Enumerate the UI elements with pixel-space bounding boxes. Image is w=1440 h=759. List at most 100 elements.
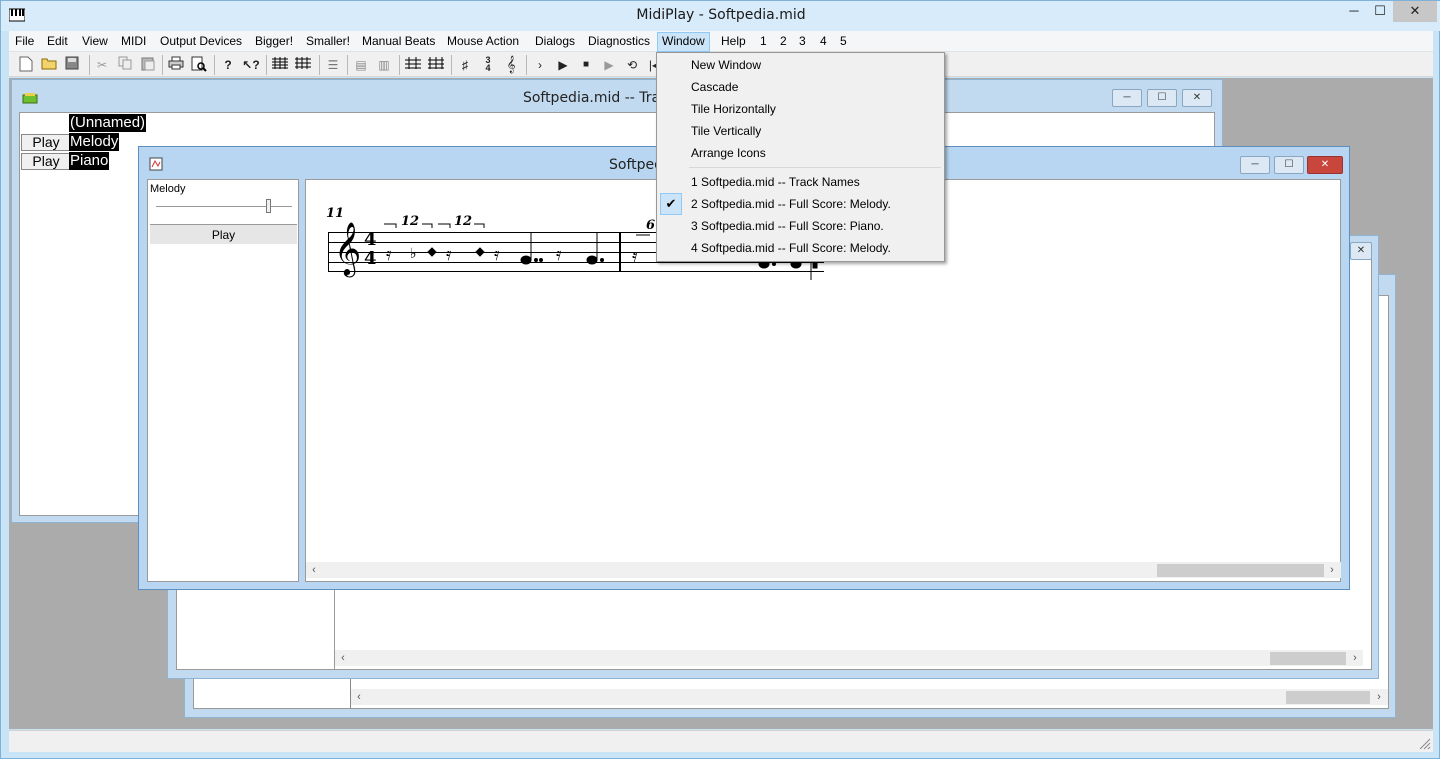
scroll-left-arrow[interactable]: ‹ [335,650,351,666]
menu-1[interactable]: 1 [760,33,767,52]
play-icon[interactable]: ▶ [554,56,572,74]
staff-view-icon[interactable]: ☰ [324,56,342,74]
app-title: MidiPlay - Softpedia.mid [636,7,806,23]
toolbar-separator [526,55,527,75]
horizontal-scrollbar[interactable]: ‹ › [306,562,1341,578]
track-name-piano: Piano [69,152,110,170]
paste-icon[interactable] [139,56,157,74]
title-bar: MidiPlay - Softpedia.mid ─ ☐ ✕ [1,1,1440,31]
loop-icon[interactable]: ⟲ [623,56,641,74]
checkmark-icon: ✔ [660,193,682,215]
menu-dialogs[interactable]: Dialogs [535,33,575,52]
menu-item-cascade[interactable]: Cascade [691,76,738,98]
window-close-button[interactable]: ✕ [1350,242,1372,260]
print-icon[interactable] [167,56,185,74]
menu-manual-beats[interactable]: Manual Beats [362,33,435,52]
clef-icon[interactable]: 𝄞 [502,56,520,74]
menu-item-new-window[interactable]: New Window [691,54,761,76]
menu-item-window-3[interactable]: 3 Softpedia.mid -- Full Score: Piano. [691,215,884,237]
toolbar-separator [214,55,215,75]
toolbar-separator [266,55,267,75]
scroll-thumb[interactable] [1286,691,1370,704]
toolbar-separator [347,55,348,75]
scroll-left-arrow[interactable]: ‹ [306,562,322,578]
horizontal-scrollbar[interactable]: ‹ › [335,650,1363,666]
stop-icon[interactable]: ■ [577,56,595,74]
new-file-icon[interactable] [17,56,35,74]
menu-item-arrange-icons[interactable]: Arrange Icons [691,142,766,164]
track-name-melody: Melody [69,133,120,151]
piano-roll-icon[interactable]: ▤ [352,56,370,74]
scroll-left-arrow[interactable]: ‹ [351,689,367,705]
svg-text:𝄿: 𝄿 [494,244,500,264]
menu-5[interactable]: 5 [840,33,847,52]
menu-view[interactable]: View [82,33,108,52]
menu-item-window-2[interactable]: 2 Softpedia.mid -- Full Score: Melody. [691,193,891,215]
save-icon[interactable] [63,56,81,74]
key-signature-icon[interactable]: ♯ [456,56,474,74]
window-minimize-button[interactable]: ─ [1240,156,1270,174]
track-play-button[interactable]: Play [150,224,297,244]
close-button[interactable]: ✕ [1393,1,1437,22]
svg-text:♭: ♭ [410,245,417,261]
menu-bigger[interactable]: Bigger! [255,33,293,52]
scroll-right-arrow[interactable]: › [1371,689,1387,705]
menu-item-window-1[interactable]: 1 Softpedia.mid -- Track Names [691,171,860,193]
menu-help[interactable]: Help [721,33,746,52]
menu-4[interactable]: 4 [820,33,827,52]
copy-icon[interactable] [116,56,134,74]
svg-text:𝄿: 𝄿 [632,246,638,266]
minimize-button[interactable]: ─ [1341,1,1367,22]
menu-diagnostics[interactable]: Diagnostics [588,33,650,52]
menu-edit[interactable]: Edit [47,33,68,52]
menu-2[interactable]: 2 [780,33,787,52]
menu-midi[interactable]: MIDI [121,33,146,52]
step-forward-icon[interactable]: › [531,56,549,74]
menu-separator [689,167,941,168]
window-menu-dropdown: New Window Cascade Tile Horizontally Til… [656,52,945,262]
play-melody-button[interactable]: Play [21,134,71,151]
window-close-button[interactable]: ✕ [1182,89,1212,107]
scroll-thumb[interactable] [1270,652,1346,665]
time-signature-icon[interactable]: 34 [479,56,497,74]
window-maximize-button[interactable]: ☐ [1274,156,1304,174]
volume-slider-thumb[interactable] [266,199,271,213]
play-disabled-icon[interactable]: ▶ [600,56,618,74]
beats-icon[interactable] [404,56,422,74]
menu-file[interactable]: File [15,33,34,52]
maximize-button[interactable]: ☐ [1367,1,1393,22]
window-maximize-button[interactable]: ☐ [1147,89,1177,107]
menu-smaller[interactable]: Smaller! [306,33,350,52]
window-close-button[interactable]: ✕ [1307,156,1343,174]
menu-item-tile-vertically[interactable]: Tile Vertically [691,120,761,142]
menu-3[interactable]: 3 [799,33,806,52]
scroll-right-arrow[interactable]: › [1324,562,1340,578]
toolbar-separator [451,55,452,75]
help-icon[interactable]: ? [219,56,237,74]
scroll-thumb[interactable] [1157,564,1324,577]
context-help-icon[interactable]: ↖? [242,56,260,74]
menu-mouse-action[interactable]: Mouse Action [447,33,519,52]
horizontal-scrollbar[interactable]: ‹ › [351,689,1388,705]
print-preview-icon[interactable] [190,56,208,74]
open-folder-icon[interactable] [40,56,58,74]
svg-text:𝄿: 𝄿 [556,244,562,264]
volume-slider-track[interactable] [156,206,292,208]
score-grid-icon[interactable] [294,56,312,74]
menu-bar: File Edit View MIDI Output Devices Bigge… [9,31,1433,52]
track-header: (Unnamed) [69,114,147,132]
menu-item-tile-horizontally[interactable]: Tile Horizontally [691,98,776,120]
bars-icon[interactable] [427,56,445,74]
menu-output-devices[interactable]: Output Devices [160,33,242,52]
resize-grip-icon[interactable] [1417,736,1431,750]
svg-text:𝄿: 𝄿 [386,244,392,264]
window-minimize-button[interactable]: ─ [1112,89,1142,107]
menu-item-window-4[interactable]: 4 Softpedia.mid -- Full Score: Melody. [691,237,891,259]
scroll-right-arrow[interactable]: › [1347,650,1363,666]
measure-icon[interactable]: ▥ [375,56,393,74]
menu-window[interactable]: Window [657,32,710,52]
play-piano-button[interactable]: Play [21,153,71,170]
score-icon[interactable] [271,56,289,74]
toolbar-separator [162,55,163,75]
cut-icon[interactable]: ✂ [93,56,111,74]
